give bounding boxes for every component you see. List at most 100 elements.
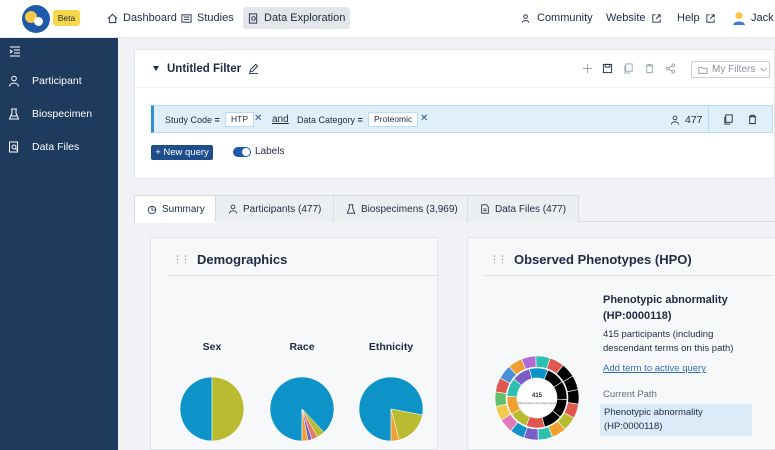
remove-value-icon[interactable]: ✕ bbox=[254, 114, 262, 124]
demographics-card: ⋮⋮ Demographics Sex Race Ethnicity bbox=[150, 237, 438, 450]
race-chart-label: Race bbox=[289, 341, 315, 353]
sex-chart-label: Sex bbox=[202, 341, 222, 353]
nav-data-exploration[interactable]: Data Exploration bbox=[243, 7, 351, 29]
sunburst-center-count: 415 bbox=[532, 393, 543, 399]
nav-website[interactable]: Website bbox=[601, 7, 667, 29]
nav-dashboard-label: Dashboard bbox=[123, 12, 177, 24]
query-builder: Untitled Filter My Filters Study Code = … bbox=[134, 49, 775, 179]
phenotype-sunburst-chart[interactable]: 415 Participants with phenotypes bbox=[494, 355, 580, 441]
folder-icon bbox=[698, 66, 708, 74]
sidebar-item-data-files[interactable]: Data Files bbox=[8, 141, 79, 153]
add-term-link[interactable]: Add term to active query bbox=[603, 363, 706, 374]
share-icon[interactable] bbox=[665, 63, 676, 74]
sunburst-segment[interactable] bbox=[528, 367, 549, 380]
portal-logo[interactable] bbox=[22, 5, 50, 33]
card-title: ⋮⋮ Observed Phenotypes (HPO) bbox=[490, 252, 692, 267]
race-pie-chart[interactable] bbox=[269, 376, 335, 442]
collapse-chevron-icon[interactable] bbox=[153, 66, 159, 71]
sunburst-center-caption: Participants with phenotypes bbox=[518, 401, 557, 405]
file-search-icon bbox=[9, 141, 19, 153]
ethnicity-pie-chart[interactable] bbox=[358, 376, 424, 442]
my-filters-label: My Filters bbox=[712, 64, 756, 75]
query-participant-count: 477 bbox=[670, 114, 703, 126]
nav-community-label: Community bbox=[537, 12, 593, 24]
nav-data-exploration-label: Data Exploration bbox=[264, 12, 346, 24]
add-icon[interactable] bbox=[582, 63, 593, 74]
people-icon bbox=[521, 13, 530, 23]
flask-icon bbox=[8, 108, 20, 120]
sidebar-item-label: Biospecimen bbox=[32, 108, 93, 120]
user-avatar-icon bbox=[733, 12, 745, 25]
external-link-icon bbox=[706, 13, 715, 23]
tab-data-files[interactable]: Data Files (477) bbox=[467, 195, 580, 222]
current-path-value: Phenotypic abnormality (HP:0000118) bbox=[600, 404, 752, 436]
pie-slice[interactable] bbox=[211, 376, 245, 442]
nav-help[interactable]: Help bbox=[672, 7, 721, 29]
query-builder-header: Untitled Filter My Filters bbox=[135, 50, 774, 88]
sidebar: Participant Biospecimen Data Files bbox=[0, 38, 118, 450]
top-navigation: Beta Dashboard Studies Data Exploration … bbox=[0, 0, 775, 38]
save-icon[interactable] bbox=[602, 63, 613, 74]
divider bbox=[484, 275, 774, 276]
file-search-icon bbox=[248, 12, 258, 24]
phenotype-term-title: Phenotypic abnormality (HP:0000118) bbox=[603, 294, 728, 322]
person-icon bbox=[9, 75, 19, 87]
sidebar-item-label: Participant bbox=[32, 75, 82, 87]
query-value-chip[interactable]: Proteomic bbox=[368, 112, 419, 127]
drag-handle-icon[interactable]: ⋮⋮ bbox=[173, 254, 190, 265]
card-title: ⋮⋮ Demographics bbox=[173, 252, 288, 267]
sidebar-item-participant[interactable]: Participant bbox=[8, 75, 82, 87]
copy-icon[interactable] bbox=[623, 63, 634, 74]
filter-title: Untitled Filter bbox=[167, 63, 242, 75]
external-link-icon bbox=[651, 13, 661, 23]
home-icon bbox=[107, 13, 118, 23]
ethnicity-chart-label: Ethnicity bbox=[368, 341, 414, 353]
delete-icon[interactable] bbox=[747, 114, 758, 125]
nav-help-label: Help bbox=[677, 12, 700, 24]
drag-handle-icon[interactable]: ⋮⋮ bbox=[490, 254, 507, 265]
person-icon bbox=[228, 204, 238, 214]
pie-slice[interactable] bbox=[179, 376, 213, 442]
my-filters-dropdown[interactable]: My Filters bbox=[691, 61, 770, 78]
new-query-button[interactable]: + New query bbox=[151, 145, 213, 160]
copy-icon[interactable] bbox=[723, 114, 734, 125]
results-tabs: Summary Participants (477) Biospecimens … bbox=[134, 195, 775, 223]
nav-dashboard[interactable]: Dashboard bbox=[102, 7, 182, 29]
active-query-bar[interactable]: Study Code = HTP ✕ and Data Category = P… bbox=[151, 105, 773, 133]
current-path-label: Current Path bbox=[603, 389, 657, 400]
query-conjunction-toggle[interactable]: and bbox=[272, 114, 289, 125]
sex-pie-chart[interactable] bbox=[179, 376, 245, 442]
divider bbox=[708, 106, 709, 132]
phenotype-term-description: 415 participants (including descendant t… bbox=[603, 329, 734, 354]
labels-toggle-label: Labels bbox=[255, 146, 285, 157]
studies-icon bbox=[181, 13, 192, 23]
query-field-label: Study Code = bbox=[165, 115, 220, 125]
sunburst-segment[interactable] bbox=[567, 389, 580, 405]
beta-badge: Beta bbox=[53, 10, 80, 26]
person-icon bbox=[670, 115, 680, 125]
flask-icon bbox=[346, 204, 356, 214]
nav-studies[interactable]: Studies bbox=[176, 7, 239, 29]
sidebar-item-biospecimen[interactable]: Biospecimen bbox=[8, 108, 92, 120]
labels-toggle[interactable] bbox=[233, 147, 251, 157]
pie-chart-icon bbox=[147, 205, 157, 214]
sidebar-item-label: Data Files bbox=[32, 141, 80, 153]
sunburst-segment[interactable] bbox=[494, 391, 507, 407]
collapse-menu-icon[interactable] bbox=[9, 45, 21, 57]
divider bbox=[167, 275, 437, 276]
file-icon bbox=[481, 204, 489, 214]
nav-community[interactable]: Community bbox=[516, 7, 598, 29]
delete-icon[interactable] bbox=[644, 63, 655, 74]
tab-participants[interactable]: Participants (477) bbox=[215, 195, 335, 222]
nav-website-label: Website bbox=[606, 12, 646, 24]
user-menu[interactable]: Jack bbox=[727, 7, 775, 29]
query-field-label: Data Category = bbox=[297, 115, 363, 125]
tab-biospecimens[interactable]: Biospecimens (3,969) bbox=[333, 195, 471, 222]
nav-studies-label: Studies bbox=[197, 12, 234, 24]
remove-value-icon[interactable]: ✕ bbox=[420, 114, 428, 124]
tab-summary[interactable]: Summary bbox=[134, 195, 218, 223]
query-value-chip[interactable]: HTP bbox=[225, 112, 254, 127]
edit-icon[interactable] bbox=[248, 63, 259, 74]
chevron-down-icon bbox=[760, 67, 768, 72]
user-name: Jack bbox=[751, 12, 774, 24]
